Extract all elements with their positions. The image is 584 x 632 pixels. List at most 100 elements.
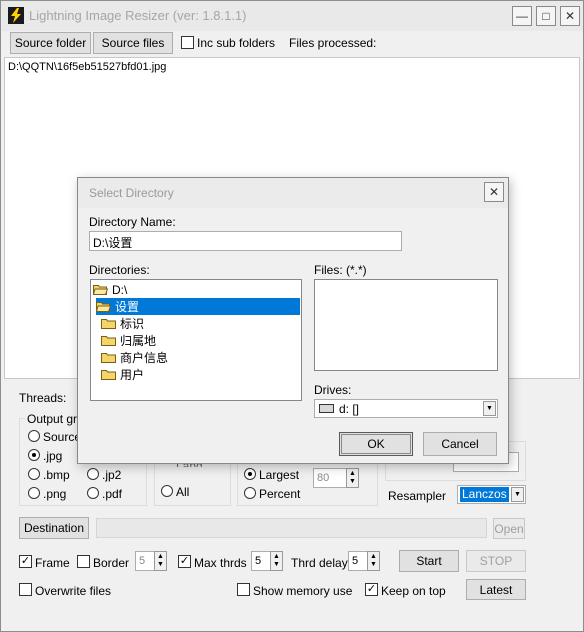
format-jp2-radio[interactable] [87,468,99,480]
source-folder-button[interactable]: Source folder [10,32,91,54]
overwrite-files-label: Overwrite files [35,584,112,598]
frame-checkbox[interactable]: ✓ [19,555,32,568]
max-thrds-value[interactable]: 5 [251,551,271,571]
folder-icon [101,369,116,380]
minimize-button[interactable]: — [512,6,532,26]
border-label: Border [93,556,130,570]
dialog-title-bar[interactable]: Select Directory ✕ [78,178,508,208]
dir-item-label: 用户 [120,368,145,382]
format-source-label: Source [43,430,82,444]
threads-label: Threads: [19,391,67,405]
size-largest-radio[interactable] [244,468,256,480]
chevron-down-icon: ▼ [483,401,496,416]
border-value[interactable]: 5 [135,551,155,571]
close-button[interactable]: ✕ [560,6,580,26]
border-checkbox[interactable] [77,555,90,568]
drives-label: Drives: [314,383,352,397]
format-bmp-label: .bmp [43,468,70,482]
dir-item-selected[interactable]: 设置 [95,298,300,315]
dialog-close-button[interactable]: ✕ [484,182,504,202]
max-thrds-checkbox[interactable]: ✓ [178,555,191,568]
quality-spinner[interactable]: ▲ ▼ [346,468,359,488]
maximize-button[interactable]: □ [536,6,556,26]
format-jpg-label: .jpg [43,449,63,463]
cancel-button[interactable]: Cancel [423,432,497,456]
thrd-delay-label: Thrd delay [291,556,348,570]
source-files-button[interactable]: Source files [93,32,173,54]
minimize-icon: — [516,9,528,23]
dir-name-input[interactable]: D:\设置 [89,231,402,251]
max-thrds-spinner[interactable]: ▲ ▼ [270,551,283,571]
select-directory-dialog: Select Directory ✕ Directory Name: D:\设置… [77,177,509,464]
close-icon: ✕ [564,9,576,23]
open-folder-icon [92,284,109,295]
drives-select[interactable]: d: [] ▼ [314,399,498,418]
resampler-label: Resampler [388,489,447,503]
files-list[interactable] [314,279,498,371]
size-percent-radio[interactable] [244,487,256,499]
format-pdf-radio[interactable] [87,487,99,499]
dir-item-root[interactable]: D:\ [92,281,131,298]
dir-item-label: 标识 [120,317,145,331]
open-folder-icon [95,301,112,312]
keep-on-top-label: Keep on top [381,584,446,598]
destination-button[interactable]: Destination [19,517,89,539]
format-png-label: .png [43,487,67,501]
scope-all-label: All [176,485,190,499]
dir-item-label: 设置 [115,300,140,314]
format-jp2-label: .jp2 [102,468,122,482]
app-title: Lightning Image Resizer (ver: 1.8.1.1) [29,8,247,23]
dir-item-label: D:\ [112,282,128,297]
file-list-item[interactable]: D:\QQTN\16f5eb51527bfd01.jpg [8,61,166,73]
format-png-radio[interactable] [28,487,40,499]
show-memory-use-label: Show memory use [253,584,353,598]
dir-item-label: 商户信息 [120,351,169,365]
ok-button[interactable]: OK [339,432,413,456]
chevron-down-icon: ▼ [511,487,524,502]
format-source-radio[interactable] [28,430,40,442]
dir-item[interactable]: 标识 [101,315,148,332]
inc-sub-folders-checkbox[interactable] [181,36,194,49]
border-spinner[interactable]: ▲ ▼ [154,551,167,571]
destination-field[interactable] [96,518,487,538]
latest-button[interactable]: Latest [466,579,526,600]
lightning-icon [8,7,24,24]
thrd-delay-spinner[interactable]: ▲ ▼ [367,551,380,571]
format-jpg-radio[interactable] [28,449,40,461]
max-thrds-label: Max thrds [194,556,247,570]
dir-item[interactable]: 用户 [101,366,148,383]
resampler-select[interactable]: Lanczos ▼ [457,485,526,504]
dir-item[interactable]: 商户信息 [101,349,172,366]
directories-label: Directories: [89,263,150,277]
scope-all-radio[interactable] [161,485,173,497]
quality-value[interactable]: 80 [313,468,347,488]
dir-item[interactable]: 归属地 [101,332,160,349]
close-icon: ✕ [488,185,500,199]
thrd-delay-value[interactable]: 5 [348,551,368,571]
drive-icon [319,404,334,413]
drive-value: d: [] [339,402,360,416]
folder-icon [101,352,116,363]
dir-name-value: D:\设置 [93,236,133,250]
start-button[interactable]: Start [399,550,459,572]
folder-icon [101,335,116,346]
show-memory-use-checkbox[interactable] [237,583,250,596]
overwrite-files-checkbox[interactable] [19,583,32,596]
files-label: Files: (*.*) [314,263,367,277]
directories-list[interactable]: D:\ 设置 标识 归属地 商户信息 用户 [90,279,302,401]
open-button[interactable]: Open [493,518,525,539]
keep-on-top-checkbox[interactable]: ✓ [365,583,378,596]
title-bar[interactable]: Lightning Image Resizer (ver: 1.8.1.1) —… [1,1,583,31]
dialog-title: Select Directory [89,186,174,200]
maximize-icon: □ [542,9,550,23]
size-largest-label: Largest [259,468,300,482]
format-bmp-radio[interactable] [28,468,40,480]
dir-name-label: Directory Name: [89,215,176,229]
folder-icon [101,318,116,329]
frame-label: Frame [35,556,70,570]
inc-sub-folders-label: Inc sub folders [197,36,276,50]
dir-item-label: 归属地 [120,334,157,348]
size-percent-label: Percent [259,487,301,501]
resampler-value: Lanczos [460,487,509,502]
stop-button[interactable]: STOP [466,550,526,572]
